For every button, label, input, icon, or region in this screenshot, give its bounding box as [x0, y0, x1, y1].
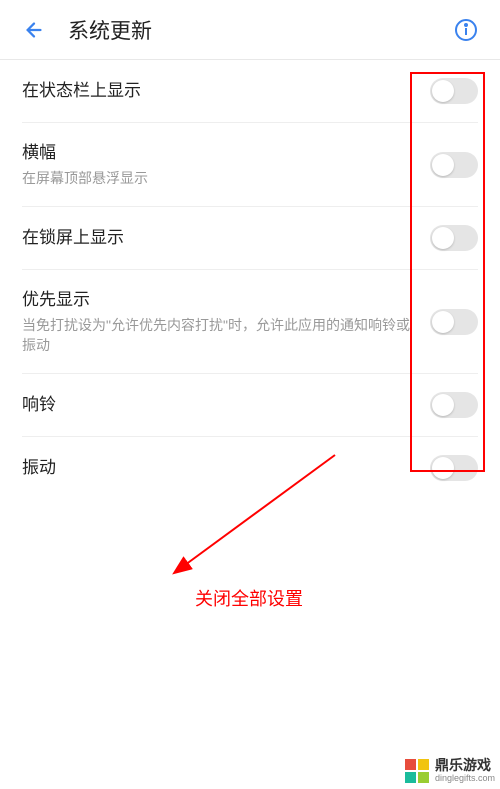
setting-sublabel: 在屏幕顶部悬浮显示	[22, 169, 418, 189]
setting-label: 响铃	[22, 393, 418, 417]
header: 系统更新	[0, 0, 500, 60]
setting-ring: 响铃	[22, 374, 478, 437]
watermark-url: dinglegifts.com	[435, 774, 495, 784]
toggle-lockscreen[interactable]	[430, 225, 478, 251]
toggle-status-bar[interactable]	[430, 78, 478, 104]
setting-label: 在锁屏上显示	[22, 226, 418, 250]
info-icon[interactable]	[452, 16, 480, 44]
watermark: 鼎乐游戏 dinglegifts.com	[404, 758, 495, 784]
setting-lockscreen: 在锁屏上显示	[22, 207, 478, 270]
setting-vibrate: 振动	[22, 437, 478, 499]
toggle-banner[interactable]	[430, 152, 478, 178]
toggle-vibrate[interactable]	[430, 455, 478, 481]
setting-status-bar: 在状态栏上显示	[22, 60, 478, 123]
toggle-priority[interactable]	[430, 309, 478, 335]
setting-label: 在状态栏上显示	[22, 79, 418, 103]
watermark-logo-icon	[404, 758, 430, 784]
page-title: 系统更新	[68, 15, 452, 45]
annotation-text: 关闭全部设置	[195, 585, 303, 611]
toggle-ring[interactable]	[430, 392, 478, 418]
setting-label: 优先显示	[22, 288, 418, 312]
setting-label: 横幅	[22, 141, 418, 165]
settings-list: 在状态栏上显示 横幅 在屏幕顶部悬浮显示 在锁屏上显示 优先显示 当免打扰设为"…	[0, 60, 500, 499]
setting-banner: 横幅 在屏幕顶部悬浮显示	[22, 123, 478, 207]
setting-label: 振动	[22, 456, 418, 480]
watermark-brand: 鼎乐游戏	[435, 758, 495, 773]
setting-priority: 优先显示 当免打扰设为"允许优先内容打扰"时，允许此应用的通知响铃或振动	[22, 270, 478, 374]
back-icon[interactable]	[20, 16, 48, 44]
setting-sublabel: 当免打扰设为"允许优先内容打扰"时，允许此应用的通知响铃或振动	[22, 316, 418, 355]
